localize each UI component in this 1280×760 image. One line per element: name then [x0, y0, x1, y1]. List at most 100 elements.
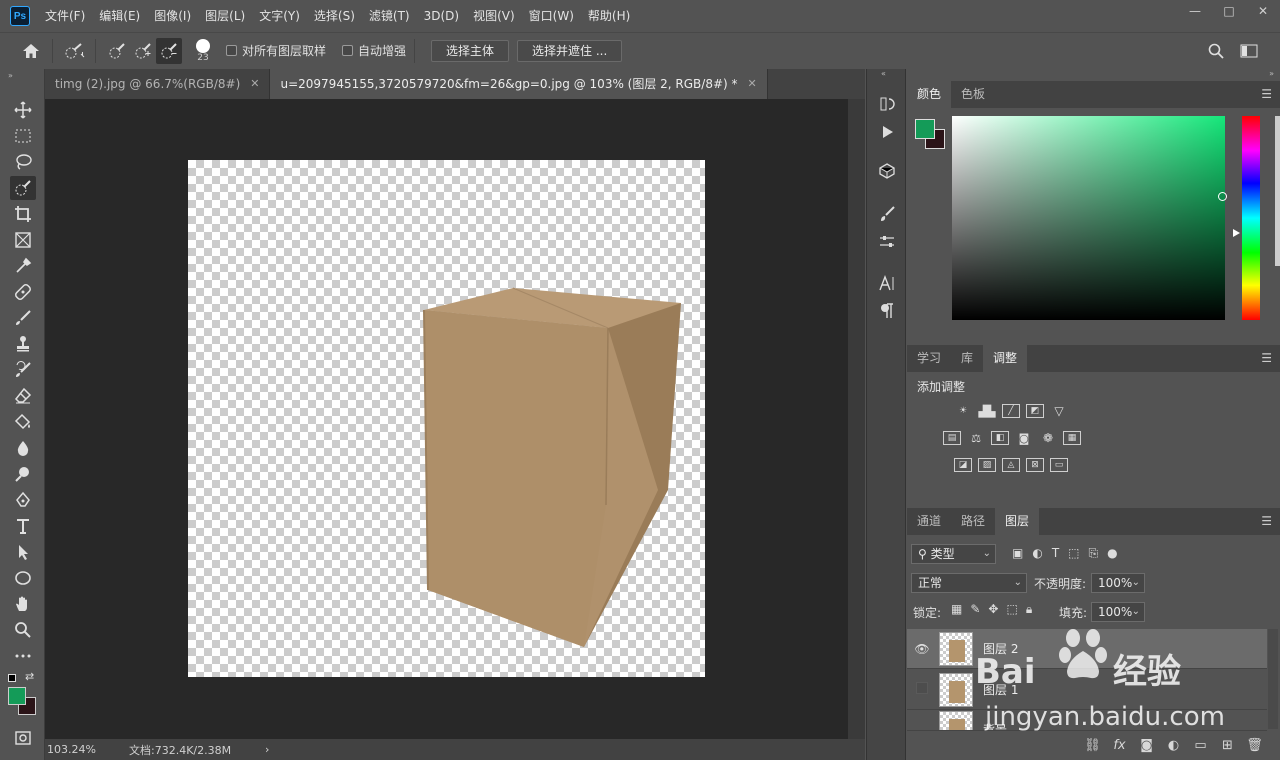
close-button[interactable]: ✕: [1246, 0, 1280, 22]
filter-pixel-icon[interactable]: ▣: [1012, 546, 1023, 561]
color-balance-icon[interactable]: ⚖: [967, 431, 985, 445]
vertical-scrollbar[interactable]: [848, 99, 865, 739]
filter-shape-icon[interactable]: ⬚: [1068, 546, 1079, 561]
menu-edit[interactable]: 编辑(E): [92, 0, 147, 32]
menu-image[interactable]: 图像(I): [147, 0, 198, 32]
menu-layer[interactable]: 图层(L): [198, 0, 252, 32]
blend-mode-select[interactable]: 正常 ⌄: [911, 573, 1027, 593]
hue-slider[interactable]: [1242, 116, 1260, 320]
panel-menu-icon[interactable]: ☰: [1261, 514, 1272, 528]
properties-panel-icon[interactable]: [875, 230, 899, 254]
default-colors-icon[interactable]: [8, 674, 16, 682]
blur-tool-icon[interactable]: [10, 436, 36, 460]
swap-colors-icon[interactable]: ⇄: [25, 670, 34, 683]
new-adjustment-layer-icon[interactable]: ◐: [1160, 738, 1187, 753]
tab-swatches[interactable]: 色板: [951, 81, 995, 108]
hand-tool-icon[interactable]: [10, 592, 36, 616]
color-lookup-icon[interactable]: ▦: [1063, 431, 1081, 445]
layer-row[interactable]: 👁︎ 图层 2: [907, 629, 1267, 669]
layer-row[interactable]: 图层 1: [907, 670, 1267, 710]
maximize-button[interactable]: □: [1212, 0, 1246, 22]
add-to-selection-icon[interactable]: [130, 38, 156, 64]
eraser-tool-icon[interactable]: [10, 384, 36, 408]
layer-name[interactable]: 图层 1: [983, 681, 1018, 698]
brightness-icon[interactable]: ☀: [954, 404, 972, 418]
filter-adjustment-icon[interactable]: ◐: [1032, 546, 1042, 561]
vibrance-icon[interactable]: ▽: [1050, 404, 1068, 418]
color-picker-cursor[interactable]: [1218, 192, 1227, 201]
menu-filter[interactable]: 滤镜(T): [362, 0, 417, 32]
visibility-toggle[interactable]: [907, 682, 937, 697]
link-layers-icon[interactable]: ⛓: [1079, 738, 1106, 753]
tab-learn[interactable]: 学习: [907, 345, 951, 372]
hue-slider-handle[interactable]: [1233, 229, 1240, 237]
add-mask-icon[interactable]: ◙: [1133, 738, 1160, 753]
select-and-mask-button[interactable]: 选择并遮住 ...: [517, 39, 623, 62]
photo-filter-icon[interactable]: ◙: [1015, 431, 1033, 445]
close-tab-icon[interactable]: ✕: [250, 69, 259, 99]
layer-row[interactable]: 背景: [907, 711, 1267, 731]
visibility-eye-icon[interactable]: 👁︎: [907, 642, 937, 656]
paint-bucket-tool-icon[interactable]: [10, 410, 36, 434]
opacity-input[interactable]: 100% ⌄: [1091, 573, 1145, 593]
delete-layer-icon[interactable]: 🗑︎: [1241, 738, 1268, 753]
tab-adjustments[interactable]: 调整: [983, 345, 1028, 372]
layer-name[interactable]: 图层 2: [983, 640, 1018, 657]
eyedropper-tool-icon[interactable]: [10, 254, 36, 278]
panel-menu-icon[interactable]: ☰: [1261, 351, 1272, 365]
menu-type[interactable]: 文字(Y): [252, 0, 307, 32]
workspace-icon[interactable]: [1236, 38, 1262, 64]
character-panel-icon[interactable]: [875, 271, 899, 295]
status-menu-arrow-icon[interactable]: ›: [265, 743, 269, 756]
layer-filter-select[interactable]: ⚲ 类型 ⌄: [911, 544, 996, 564]
history-brush-tool-icon[interactable]: [10, 358, 36, 382]
fill-input[interactable]: 100% ⌄: [1091, 602, 1145, 622]
clone-stamp-tool-icon[interactable]: [10, 332, 36, 356]
layer-style-icon[interactable]: fx: [1106, 738, 1133, 753]
tab-library[interactable]: 库: [951, 345, 983, 372]
brush-tool-icon[interactable]: [10, 306, 36, 330]
lock-transparency-icon[interactable]: ▦: [951, 602, 962, 617]
more-tools-icon[interactable]: [10, 644, 36, 668]
new-layer-icon[interactable]: ⊞: [1214, 738, 1241, 753]
filter-type-icon[interactable]: T: [1052, 546, 1059, 561]
minimize-button[interactable]: —: [1178, 0, 1212, 22]
collapse-strip-icon[interactable]: «: [881, 69, 886, 78]
selective-color-icon[interactable]: ⊠: [1026, 458, 1044, 472]
panel-menu-icon[interactable]: ☰: [1261, 87, 1272, 101]
lasso-tool-icon[interactable]: [10, 150, 36, 174]
collapse-toolbar-icon[interactable]: »: [8, 71, 13, 80]
foreground-color-chip[interactable]: [915, 119, 935, 139]
tab-document-1[interactable]: timg (2).jpg @ 66.7%(RGB/8#) ✕: [45, 69, 271, 99]
subtract-from-selection-icon[interactable]: [156, 37, 182, 64]
close-tab-icon[interactable]: ✕: [748, 69, 757, 99]
marquee-tool-icon[interactable]: [10, 124, 36, 148]
tab-color[interactable]: 颜色: [907, 81, 952, 108]
posterize-icon[interactable]: ▨: [978, 458, 996, 472]
actions-panel-icon[interactable]: [875, 120, 899, 144]
menu-file[interactable]: 文件(F): [38, 0, 92, 32]
history-panel-icon[interactable]: [875, 92, 899, 116]
tab-document-2[interactable]: u=2097945155,3720579720&fm=26&gp=0.jpg @…: [270, 69, 768, 99]
lock-all-icon[interactable]: 🔒︎: [1026, 602, 1032, 617]
tab-paths[interactable]: 路径: [951, 508, 995, 535]
lock-artboard-icon[interactable]: ⬚: [1006, 602, 1017, 617]
zoom-tool-icon[interactable]: [10, 618, 36, 642]
crop-tool-icon[interactable]: [10, 202, 36, 226]
paragraph-panel-icon[interactable]: [875, 299, 899, 323]
ellipse-tool-icon[interactable]: [10, 566, 36, 590]
sample-all-layers-checkbox[interactable]: 对所有图层取样: [226, 42, 326, 59]
layers-scrollbar[interactable]: [1268, 629, 1278, 729]
select-subject-button[interactable]: 选择主体: [431, 39, 510, 62]
tab-layers[interactable]: 图层: [995, 508, 1040, 535]
zoom-level[interactable]: 103.24%: [47, 743, 127, 756]
dodge-tool-icon[interactable]: [10, 462, 36, 486]
menu-3d[interactable]: 3D(D): [417, 0, 466, 32]
color-panel-scrollbar[interactable]: [1275, 116, 1280, 266]
channel-mixer-icon[interactable]: ❁: [1039, 431, 1057, 445]
levels-icon[interactable]: ▟▙: [978, 404, 996, 418]
type-tool-icon[interactable]: [10, 514, 36, 538]
quick-selection-tool-icon[interactable]: [10, 176, 36, 200]
brush-size-picker[interactable]: 23: [188, 38, 218, 64]
auto-enhance-checkbox[interactable]: 自动增强: [342, 42, 406, 59]
